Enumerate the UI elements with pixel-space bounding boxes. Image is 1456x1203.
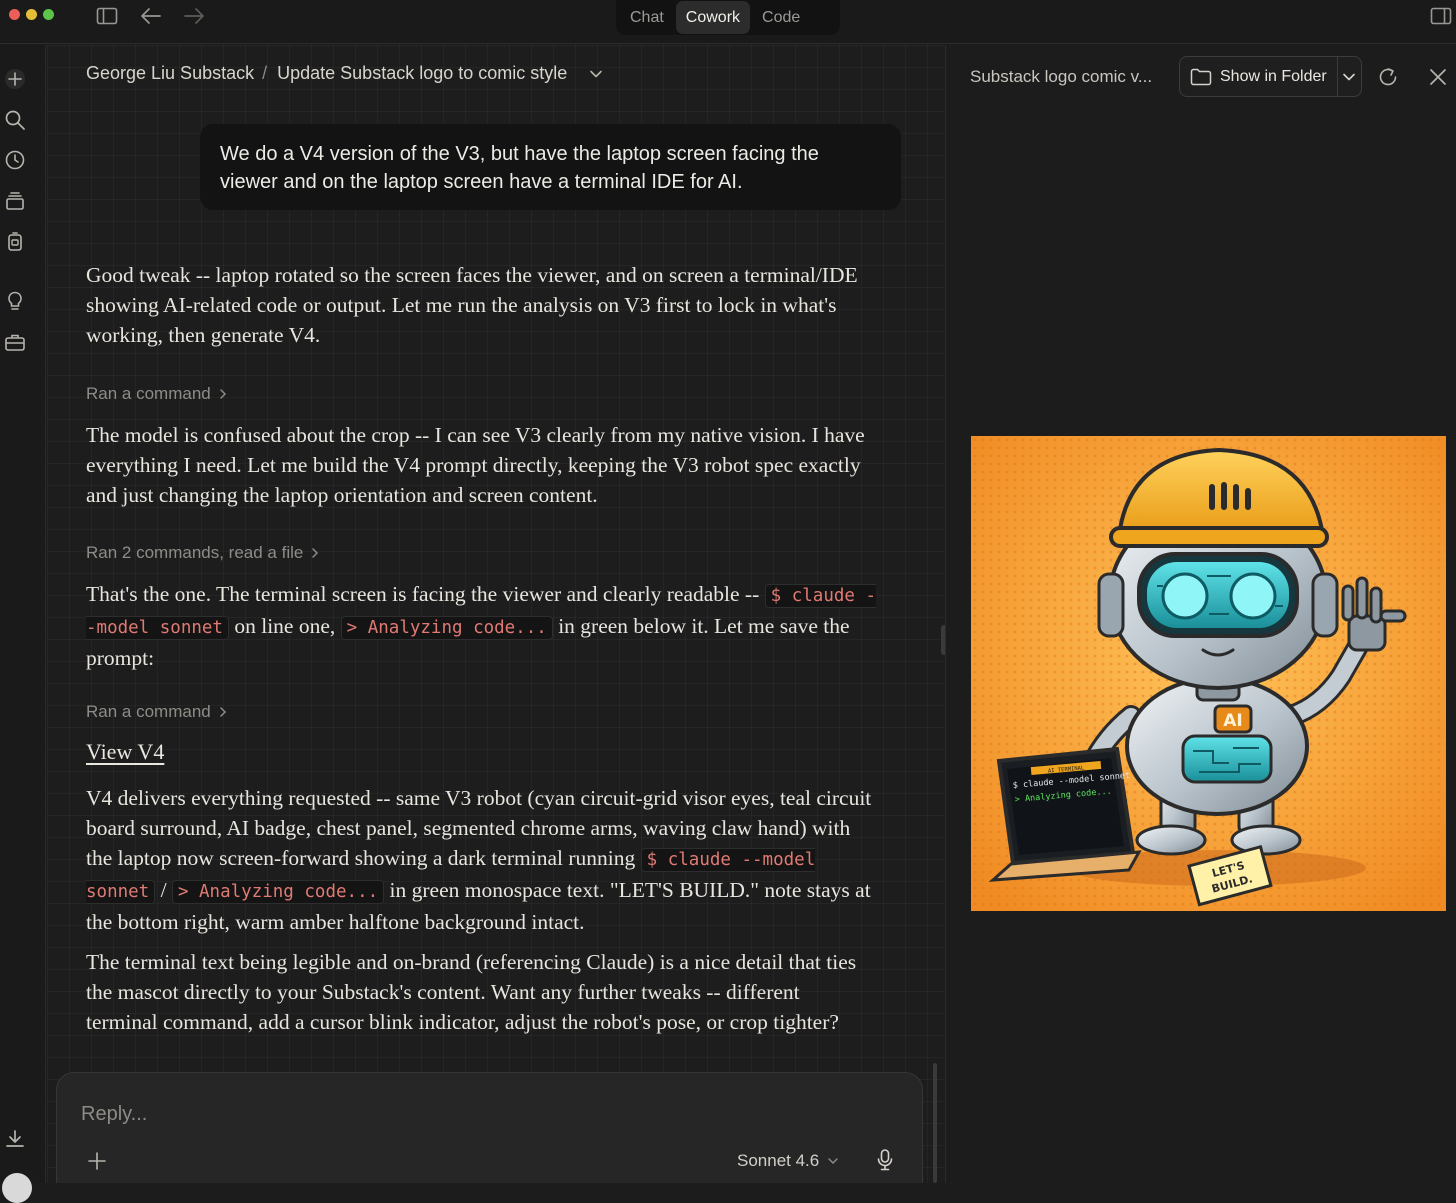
open-options-dropdown[interactable] <box>1338 57 1361 96</box>
tab-code[interactable]: Code <box>752 1 810 34</box>
chevron-right-icon <box>219 389 226 399</box>
lightbulb-icon[interactable] <box>3 289 27 313</box>
chevron-down-icon <box>828 1158 838 1164</box>
sidebar-toggle-icon[interactable] <box>94 4 120 28</box>
close-window-button[interactable] <box>9 9 20 20</box>
refresh-icon[interactable] <box>1376 65 1400 89</box>
preview-pane: Substack logo comic v... Show in Folder <box>945 45 1456 1183</box>
tool-summary-3[interactable]: Ran a command <box>86 702 227 722</box>
assistant-paragraph-1: Good tweak -- laptop rotated so the scre… <box>86 263 858 347</box>
chevron-down-icon <box>1343 73 1356 80</box>
breadcrumb-separator: / <box>262 63 268 83</box>
preview-title: Substack logo comic v... <box>970 67 1153 86</box>
tool-summary-label: Ran a command <box>86 384 211 403</box>
assistant-paragraph-3: That's the one. The terminal screen is f… <box>86 579 876 673</box>
assistant-paragraph-5: The terminal text being legible and on-b… <box>86 950 857 1034</box>
mode-switcher: Chat Cowork Code <box>616 0 840 35</box>
breadcrumb-conversation[interactable]: Update Substack logo to comic style <box>277 63 567 84</box>
assistant-paragraph-4: V4 delivers everything requested -- same… <box>86 783 876 937</box>
microphone-icon[interactable] <box>873 1147 897 1173</box>
composer: Sonnet 4.6 <box>56 1072 923 1183</box>
clock-icon[interactable] <box>3 148 27 172</box>
chat-scrollbar[interactable] <box>933 1063 937 1183</box>
add-attachment-icon[interactable] <box>85 1149 109 1173</box>
breadcrumb-project[interactable]: George Liu Substack <box>86 63 254 84</box>
tab-cowork[interactable]: Cowork <box>675 1 751 34</box>
stack-icon[interactable] <box>3 189 27 213</box>
search-icon[interactable] <box>3 108 27 132</box>
download-icon[interactable] <box>3 1127 27 1151</box>
avatar[interactable] <box>2 1173 32 1203</box>
reply-input[interactable] <box>81 1099 681 1129</box>
tool-summary-label: Ran 2 commands, read a file <box>86 543 304 562</box>
inline-code: > Analyzing code... <box>171 880 385 904</box>
tool-summary-1[interactable]: Ran a command <box>86 384 227 404</box>
user-message: We do a V4 version of the V3, but have t… <box>200 124 901 210</box>
tab-chat[interactable]: Chat <box>620 1 674 34</box>
model-selector[interactable]: Sonnet 4.6 <box>737 1151 839 1171</box>
tool-summary-label: Ran a command <box>86 702 211 721</box>
toolbox-icon[interactable] <box>3 330 27 354</box>
chat-pane: George Liu Substack / Update Substack lo… <box>47 45 944 1183</box>
ai-badge: AI <box>1223 711 1242 731</box>
breadcrumb: George Liu Substack / Update Substack lo… <box>86 63 603 84</box>
model-label: Sonnet 4.6 <box>737 1151 820 1170</box>
minimize-window-button[interactable] <box>26 9 37 20</box>
close-icon[interactable] <box>1426 65 1450 89</box>
plus-icon[interactable] <box>3 67 27 91</box>
forward-arrow-icon[interactable] <box>181 4 207 28</box>
view-v4-link[interactable]: View V4 <box>86 739 164 765</box>
inline-code: > Analyzing code... <box>340 616 553 640</box>
assistant-paragraph-2: The model is confused about the crop -- … <box>86 423 865 507</box>
chevron-down-icon[interactable] <box>589 69 603 79</box>
robot-mascot-image: AI AI TERMINAL $ claude --model sonnet >… <box>971 436 1446 911</box>
chevron-right-icon <box>312 548 319 558</box>
title-bar: Chat Cowork Code <box>0 0 1456 44</box>
panel-toggle-icon[interactable] <box>1428 4 1454 28</box>
left-rail <box>0 45 46 1203</box>
text-span: That's the one. The terminal screen is f… <box>86 582 765 606</box>
tool-summary-2[interactable]: Ran 2 commands, read a file <box>86 543 319 563</box>
text-span: on line one, <box>228 614 341 638</box>
show-in-folder-label: Show in Folder <box>1220 67 1327 85</box>
show-in-folder-group: Show in Folder <box>1179 56 1362 97</box>
back-arrow-icon[interactable] <box>138 4 164 28</box>
folder-icon <box>1190 68 1212 85</box>
show-in-folder-button[interactable]: Show in Folder <box>1180 57 1338 96</box>
chevron-right-icon <box>219 707 226 717</box>
text-span: / <box>155 878 172 902</box>
zoom-window-button[interactable] <box>43 9 54 20</box>
device-icon[interactable] <box>3 230 27 254</box>
